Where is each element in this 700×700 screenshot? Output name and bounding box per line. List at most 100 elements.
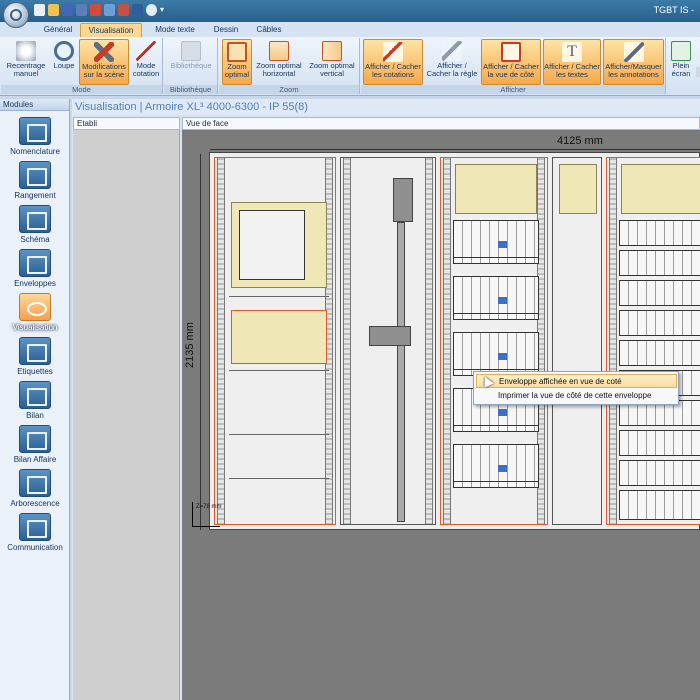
toggle-regle-button[interactable]: Afficher / Cacher la règle: [425, 39, 479, 85]
breaker-module[interactable]: [453, 220, 539, 264]
etabli-panel[interactable]: [73, 130, 180, 700]
module-bilan-affaire[interactable]: Bilan Affaire: [0, 425, 70, 469]
breaker-module[interactable]: [619, 460, 700, 486]
cabinet-column[interactable]: [214, 157, 336, 525]
new-file-icon[interactable]: [34, 4, 45, 16]
plein-ecran-button[interactable]: Plein écran: [667, 39, 695, 85]
cover-plate[interactable]: [559, 164, 597, 214]
zoom-vertical-icon: [322, 41, 342, 61]
module-bilan[interactable]: Bilan: [0, 381, 70, 425]
tab-mode-texte[interactable]: Mode texte: [148, 23, 202, 37]
breaker-module[interactable]: [619, 490, 700, 520]
breaker-module[interactable]: [619, 310, 700, 336]
toggle-annotations-button[interactable]: Afficher/Masquer les annotations: [603, 39, 664, 85]
module-communication[interactable]: Communication: [0, 513, 70, 557]
breaker-module[interactable]: [619, 250, 700, 276]
menu-item-imprimer-vue-cote[interactable]: Imprimer la vue de côté de cette envelop…: [476, 389, 677, 403]
module-nomenclature[interactable]: Nomenclature: [0, 117, 70, 161]
toggle-cotations-button[interactable]: Afficher / Cacher les cotations: [363, 39, 423, 85]
zoom-horizontal-button[interactable]: Zoom optimal horizontal: [254, 39, 304, 85]
ruler-icon: [442, 41, 462, 61]
menu-item-enveloppe-vue-cote[interactable]: Enveloppe affichée en vue de coté: [476, 374, 677, 388]
library-icon: [181, 41, 201, 61]
customize-toolbar-icon[interactable]: ▾: [160, 4, 167, 16]
open-folder-icon[interactable]: [48, 4, 59, 16]
close-file-icon[interactable]: [90, 4, 101, 16]
view-header: Visualisation | Armoire XL³ 4000-6300 - …: [72, 99, 700, 115]
cabinet-column[interactable]: [606, 157, 700, 525]
cover-plate[interactable]: [231, 310, 327, 364]
recentrage-button[interactable]: Recentrage manuel: [3, 39, 49, 85]
cabinet-column[interactable]: [552, 157, 602, 525]
busbar-support[interactable]: [393, 178, 413, 222]
zoom-horizontal-icon: [269, 41, 289, 61]
ribbon-group-bibliotheque: Bibliothèque Bibliothèque: [164, 38, 218, 94]
delete-icon[interactable]: [118, 4, 129, 16]
cover-plate[interactable]: [455, 164, 537, 214]
zoom-fit-icon: [227, 42, 247, 62]
zoom-vertical-button[interactable]: Zoom optimal vertical: [306, 39, 358, 85]
breaker-module[interactable]: [453, 276, 539, 320]
zoom-optimal-button[interactable]: Zoom optimal: [222, 39, 252, 85]
module-visualisation[interactable]: Visualisation: [0, 293, 70, 337]
module-rangement[interactable]: Rangement: [0, 161, 70, 205]
dimension-height-label: 2135 mm: [184, 322, 196, 368]
module-enveloppes[interactable]: Enveloppes: [0, 249, 70, 293]
tab-cables[interactable]: Câbles: [250, 23, 288, 37]
app-menu-icon[interactable]: [3, 2, 29, 28]
breaker-module[interactable]: [619, 220, 700, 246]
dimension-arrow-icon: [136, 41, 156, 61]
tab-general[interactable]: Général: [38, 23, 78, 37]
breaker-module[interactable]: [619, 280, 700, 306]
tab-visualisation[interactable]: Visualisation: [80, 23, 142, 37]
breaker-module[interactable]: [453, 444, 539, 488]
nomenclature-icon: [19, 117, 51, 145]
ribbon-group-zoom: Zoom optimal Zoom optimal horizontal Zoo…: [219, 38, 360, 94]
loupe-button[interactable]: Loupe: [51, 39, 77, 85]
cabinet-front-view[interactable]: [209, 152, 700, 530]
dimensions-icon: [383, 42, 403, 62]
documents-icon: [19, 425, 51, 453]
modifications-button[interactable]: Modifications sur la scène: [79, 39, 129, 85]
save-icon[interactable]: [62, 4, 73, 16]
dimension-width-label: 4125 mm: [557, 135, 603, 147]
module-arborescence[interactable]: Arborescence: [0, 469, 70, 513]
cover-plate[interactable]: [621, 164, 700, 214]
undo-icon[interactable]: [146, 4, 157, 16]
modules-title: Modules: [0, 99, 69, 111]
toggle-textes-button[interactable]: T Afficher / Cacher les textes: [543, 39, 601, 85]
context-menu: Enveloppe affichée en vue de coté Imprim…: [473, 371, 679, 405]
print-icon[interactable]: [104, 4, 115, 16]
toggle-vue-cote-button[interactable]: Afficher / Cacher la vue de côté: [481, 39, 541, 85]
breaker-module[interactable]: [453, 332, 539, 376]
tab-dessin[interactable]: Dessin: [207, 23, 245, 37]
mounting-rail: [609, 158, 617, 524]
dimension-height-line: [200, 154, 201, 530]
communication-icon: [19, 513, 51, 541]
module-schema[interactable]: Schéma: [0, 205, 70, 249]
drawing-canvas[interactable]: 4125 mm 2135 mm Z=78 mm: [182, 130, 700, 700]
breaker-module[interactable]: [619, 430, 700, 456]
export-icon[interactable]: [132, 4, 143, 16]
breaker-module[interactable]: [619, 340, 700, 366]
divider-line: [229, 478, 329, 479]
save-as-icon[interactable]: [76, 4, 87, 16]
eye-icon: [19, 293, 51, 321]
main-breaker[interactable]: [239, 210, 305, 280]
ribbon-tab-bar: Général Visualisation Mode texte Dessin …: [0, 22, 700, 37]
labels-grid-icon: [19, 337, 51, 365]
mounting-rail: [217, 158, 225, 524]
tree-icon: [19, 469, 51, 497]
cabinet-column[interactable]: [440, 157, 548, 525]
ribbon: Recentrage manuel Loupe Modifications su…: [0, 37, 700, 96]
busbar-connector[interactable]: [369, 326, 411, 346]
ribbon-group-afficher: Afficher / Cacher les cotations Afficher…: [361, 38, 666, 94]
y-axis-line: [192, 502, 193, 526]
mode-cotation-button[interactable]: Mode cotation: [131, 39, 161, 85]
schema-icon: [19, 205, 51, 233]
vertical-busbar[interactable]: [397, 222, 405, 522]
module-etiquettes[interactable]: Etiquettes: [0, 337, 70, 381]
bibliotheque-button[interactable]: Bibliothèque: [166, 39, 216, 85]
mounting-rail: [343, 158, 351, 524]
cabinet-column[interactable]: [340, 157, 436, 525]
